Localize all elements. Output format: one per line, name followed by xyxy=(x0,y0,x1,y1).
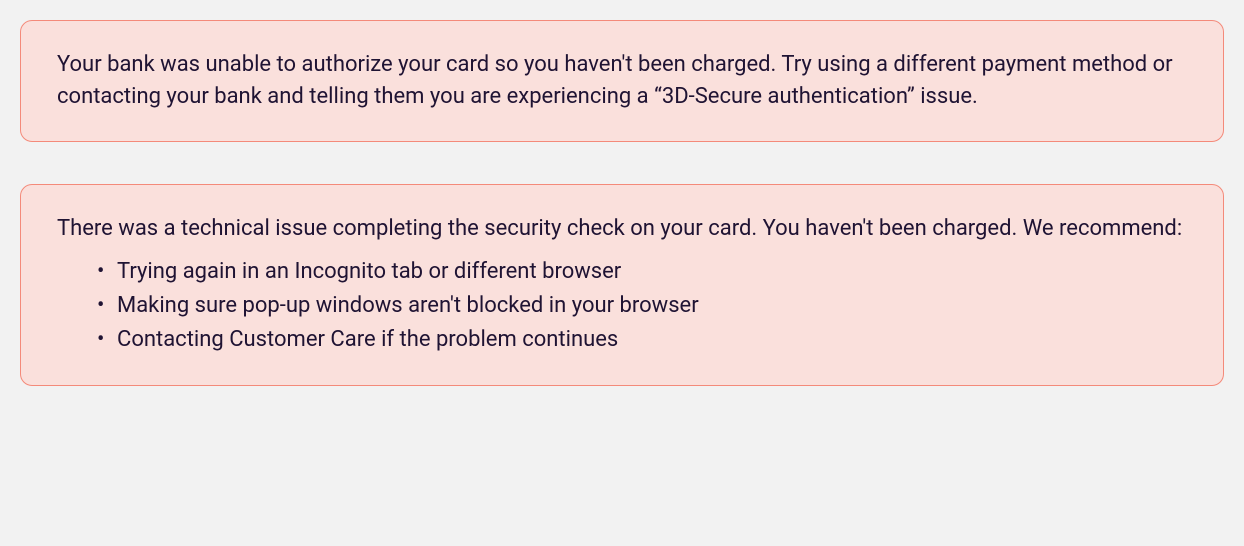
alert-message: Your bank was unable to authorize your c… xyxy=(57,49,1187,113)
list-item: Making sure pop-up windows aren't blocke… xyxy=(97,289,1187,323)
alert-bank-authorization: Your bank was unable to authorize your c… xyxy=(20,20,1224,142)
alert-message: There was a technical issue completing t… xyxy=(57,213,1187,245)
list-item: Trying again in an Incognito tab or diff… xyxy=(97,255,1187,289)
list-item: Contacting Customer Care if the problem … xyxy=(97,323,1187,357)
alert-technical-issue: There was a technical issue completing t… xyxy=(20,184,1224,386)
alert-recommendations-list: Trying again in an Incognito tab or diff… xyxy=(57,255,1187,357)
